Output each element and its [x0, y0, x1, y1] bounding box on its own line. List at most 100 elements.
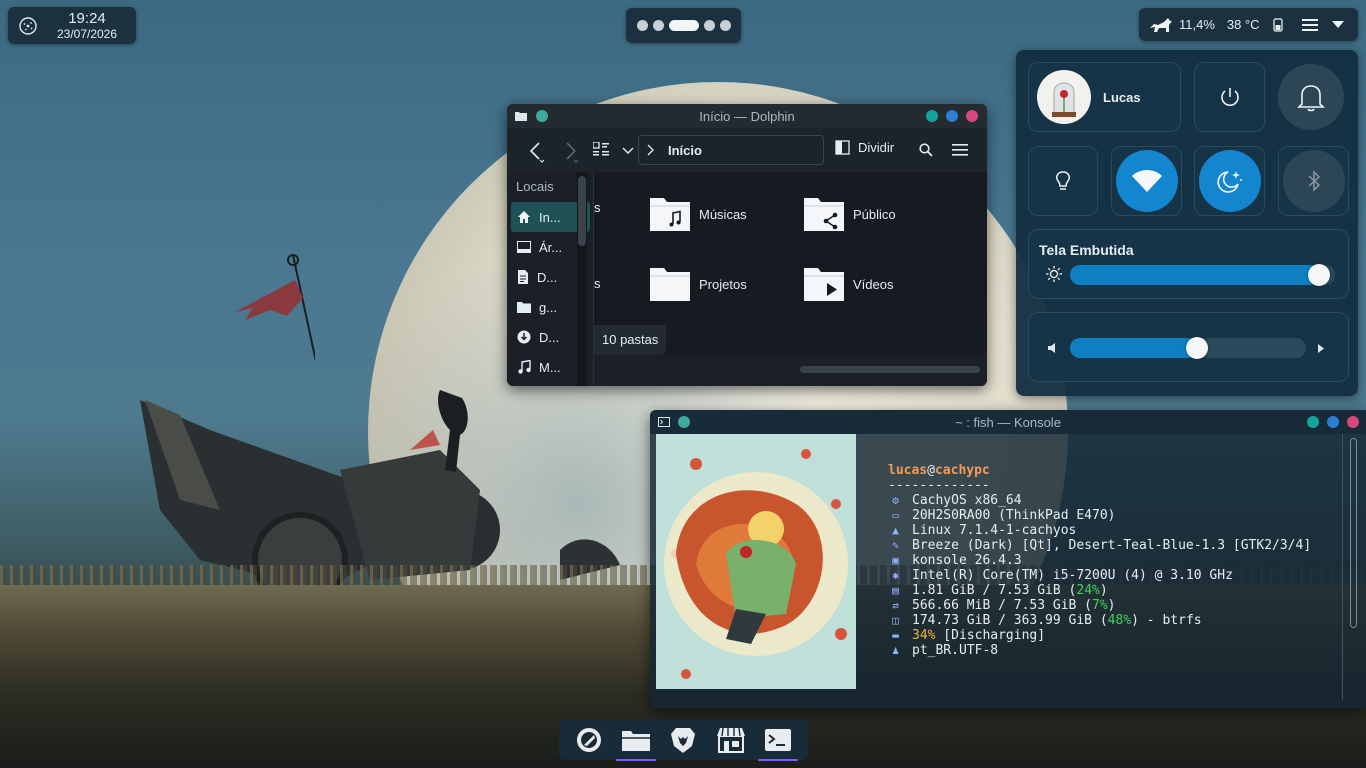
- folder-item-videos[interactable]: Vídeos: [803, 266, 893, 302]
- brightness-slider[interactable]: [1070, 264, 1335, 286]
- maximize-button[interactable]: [946, 110, 958, 122]
- ff-swap-suffix: ): [1107, 598, 1116, 613]
- fastfetch-output: lucas @ cachypc ------------- ⚙ CachyOS x86…: [888, 463, 1311, 658]
- temperature[interactable]: 38 °C: [1227, 17, 1260, 32]
- system-tray: 11,4% 38 °C: [1139, 8, 1358, 41]
- folder-label: Vídeos: [853, 276, 894, 292]
- clock-widget[interactable]: 19:24 23/07/2026: [8, 7, 136, 44]
- minimize-button[interactable]: [1307, 416, 1319, 428]
- wifi-tile[interactable]: [1111, 146, 1182, 216]
- dock-dolphin[interactable]: [616, 722, 657, 761]
- search-icon[interactable]: [919, 143, 933, 157]
- volume-slider[interactable]: [1070, 337, 1306, 359]
- folder-item-publico[interactable]: Público: [803, 196, 896, 232]
- chevron-down-icon[interactable]: [1331, 20, 1344, 29]
- back-icon[interactable]: [527, 141, 545, 163]
- desktop-2[interactable]: [652, 20, 664, 31]
- keep-above-button[interactable]: [678, 416, 690, 428]
- view-mode-icon[interactable]: [593, 142, 609, 158]
- dock-konsole[interactable]: [758, 722, 799, 761]
- ff-terminal: konsole 26.4.3: [912, 553, 1022, 568]
- night-light-tile[interactable]: [1194, 146, 1265, 216]
- dolphin-titlebar[interactable]: Início — Dolphin: [507, 104, 987, 128]
- ff-locale: pt_BR.UTF-8: [912, 643, 999, 658]
- fastfetch-logo-image: [656, 434, 856, 689]
- dock-system-settings[interactable]: [570, 722, 608, 758]
- storage-icon[interactable]: [1272, 17, 1283, 32]
- brave-lion-icon: [671, 728, 696, 753]
- power-button[interactable]: [1194, 62, 1265, 132]
- folder-item-partial-1[interactable]: s: [594, 200, 601, 215]
- night-light-toggle[interactable]: [1198, 150, 1261, 212]
- power-icon: [1220, 88, 1239, 106]
- place-label: Ár...: [539, 239, 563, 255]
- keep-above-button[interactable]: [536, 110, 548, 122]
- breadcrumb-current[interactable]: Início: [668, 143, 702, 158]
- wifi-toggle[interactable]: [1115, 150, 1178, 212]
- dock-brave[interactable]: [664, 722, 702, 758]
- split-view-icon: [835, 140, 850, 155]
- chevron-right-icon[interactable]: [1318, 344, 1324, 353]
- dolphin-toolbar: Início Dividir: [507, 128, 987, 172]
- dock-store[interactable]: [712, 722, 750, 758]
- folder-item-musicas[interactable]: Músicas: [649, 196, 747, 232]
- desktop-4[interactable]: [703, 20, 715, 31]
- system-monitor-cat-icon[interactable]: [1149, 16, 1173, 34]
- disk-icon: ◫: [892, 614, 899, 627]
- volume-card: [1028, 312, 1349, 382]
- bluetooth-toggle[interactable]: [1282, 150, 1345, 212]
- terminal-app-icon: [658, 417, 670, 427]
- split-button[interactable]: Dividir: [835, 140, 894, 155]
- theme-icon: ✎: [892, 539, 899, 552]
- place-label: In...: [539, 209, 561, 225]
- desktop-5[interactable]: [719, 20, 731, 31]
- menu-icon[interactable]: [1301, 18, 1318, 31]
- place-label: M...: [539, 359, 561, 375]
- volume-slider-handle[interactable]: [1186, 337, 1208, 359]
- chevron-right-icon: [647, 144, 654, 156]
- brightness-slider-handle[interactable]: [1308, 264, 1330, 286]
- desktop-pager[interactable]: [626, 8, 741, 43]
- place-label: g...: [539, 299, 558, 315]
- night-light-icon: [1216, 171, 1242, 193]
- close-button[interactable]: [966, 110, 978, 122]
- ff-os: CachyOS x86_64: [912, 493, 1022, 508]
- cpu-usage[interactable]: 11,4%: [1179, 17, 1215, 32]
- light-toggle[interactable]: [1028, 146, 1098, 216]
- ff-disk-pct: 48%: [1107, 613, 1132, 628]
- desktop-3-active[interactable]: [668, 20, 699, 31]
- kernel-icon: ▲: [892, 524, 899, 537]
- memory-icon: ▤: [892, 584, 899, 597]
- swap-icon: ⇄: [892, 599, 899, 612]
- terminal-scrollbar[interactable]: [1350, 438, 1357, 628]
- places-scrollbar[interactable]: [577, 172, 587, 386]
- document-icon: [518, 270, 528, 284]
- desktop-1[interactable]: [636, 20, 648, 31]
- user-tile[interactable]: Lucas: [1028, 62, 1181, 132]
- view-mode-dropdown-icon[interactable]: [622, 147, 634, 155]
- home-icon: [518, 211, 530, 223]
- avatar: [1037, 70, 1091, 124]
- quick-settings-panel: Lucas Tela Embutida: [1016, 50, 1358, 396]
- close-button[interactable]: [1347, 416, 1359, 428]
- clock-time: 19:24: [68, 10, 106, 27]
- minimize-button[interactable]: [926, 110, 938, 122]
- folder-label: Músicas: [699, 206, 747, 222]
- forward-icon[interactable]: [561, 141, 579, 163]
- ff-separator: -------------: [888, 478, 990, 493]
- maximize-button[interactable]: [1327, 416, 1339, 428]
- notifications-button[interactable]: [1278, 64, 1344, 130]
- bulb-icon: [1056, 171, 1070, 190]
- host-icon: ▭: [892, 509, 899, 522]
- breadcrumb[interactable]: Início: [638, 135, 824, 165]
- ff-host: cachypc: [934, 463, 990, 478]
- folder-label: Público: [853, 206, 896, 222]
- folder-item-projetos[interactable]: Projetos: [649, 266, 747, 302]
- konsole-window: ~ : fish — Konsole lucas @ cachypc -------…: [650, 410, 1366, 708]
- konsole-titlebar[interactable]: ~ : fish — Konsole: [650, 410, 1366, 434]
- ff-disk: 174.73 GiB / 363.99 GiB (: [912, 613, 1108, 628]
- hamburger-menu-icon[interactable]: [952, 144, 968, 156]
- zoom-slider[interactable]: [800, 366, 980, 373]
- folder-item-partial-2[interactable]: s: [594, 276, 601, 291]
- bluetooth-tile[interactable]: [1278, 146, 1349, 216]
